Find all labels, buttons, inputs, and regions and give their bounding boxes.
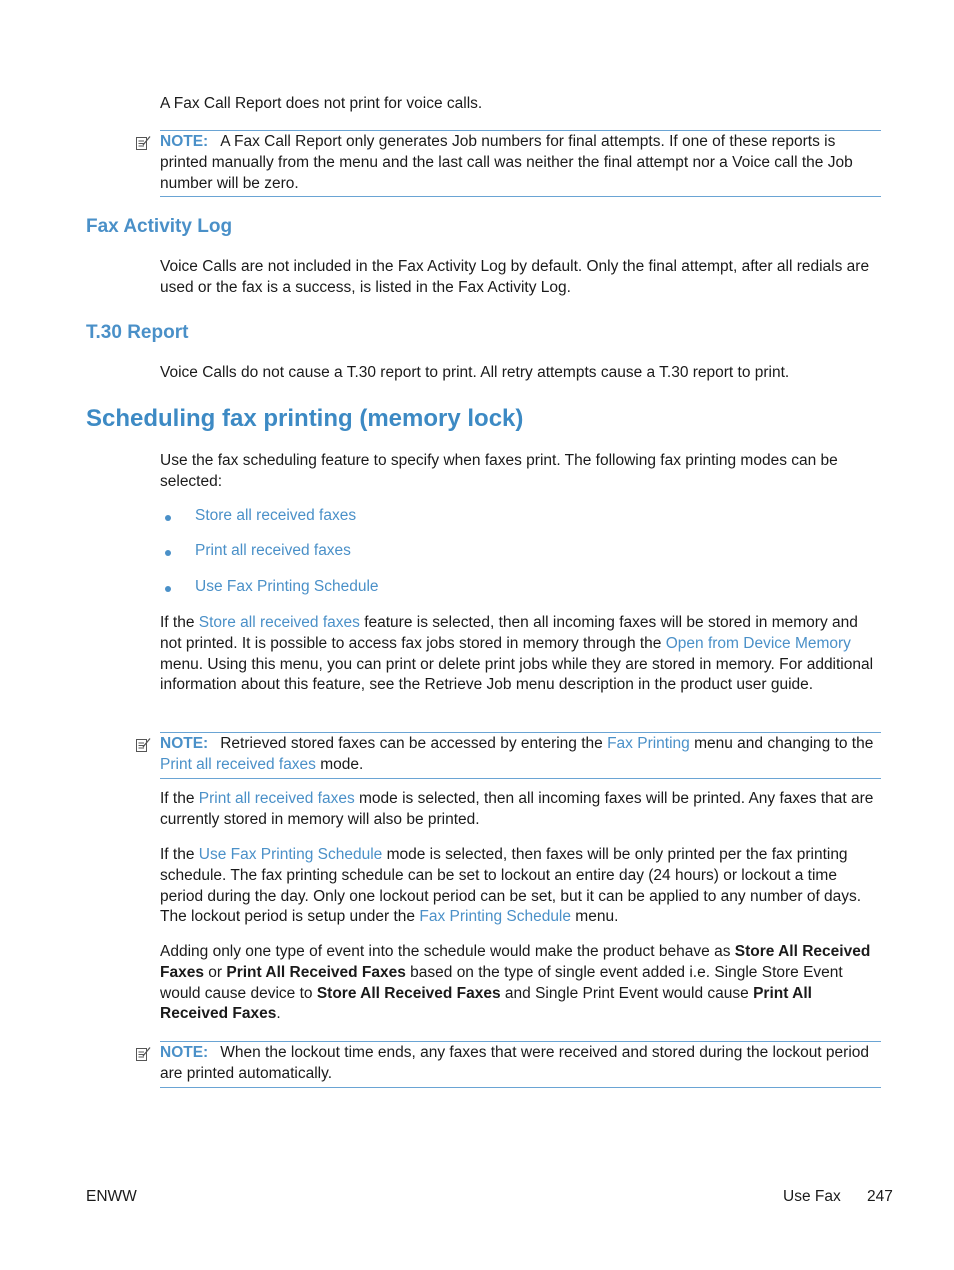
text: If the: [160, 846, 199, 863]
page-number: 247: [867, 1188, 893, 1205]
fax-activity-log-text: Voice Calls are not included in the Fax …: [160, 258, 870, 296]
paragraph-print: If the Print all received faxes mode is …: [160, 789, 880, 831]
note-box-1: NOTE: A Fax Call Report only generates Jo…: [136, 130, 881, 198]
text: Adding only one type of event into the s…: [160, 943, 735, 960]
mode-link-store[interactable]: Store all received faxes: [195, 507, 356, 525]
bullet-icon: [165, 515, 171, 521]
link-store-all-received-faxes[interactable]: Store all received faxes: [199, 614, 360, 631]
text: If the: [160, 790, 199, 807]
note-text: A Fax Call Report only generates Job num…: [160, 133, 853, 192]
note-label: NOTE:: [160, 735, 209, 752]
footer-section: Use Fax: [783, 1188, 841, 1205]
heading-fax-activity-log: Fax Activity Log: [86, 216, 233, 237]
footer-left: ENWW: [86, 1188, 137, 1205]
paragraph-adding: Adding only one type of event into the s…: [160, 942, 880, 1025]
bold-text: Store All Received Faxes: [316, 984, 501, 1002]
link-use-fax-printing-schedule[interactable]: Use Fax Printing Schedule: [199, 846, 383, 863]
note-label: NOTE:: [160, 1044, 209, 1061]
note-box-3: NOTE: When the lockout time ends, any fax…: [136, 1041, 881, 1088]
text: and Single Print Event would cause: [500, 984, 754, 1002]
text: menu and changing to the: [689, 735, 874, 752]
intro-line: A Fax Call Report does not print for voi…: [160, 95, 483, 112]
t30-report-text: Voice Calls do not cause a T.30 report t…: [160, 364, 790, 381]
note-icon: [136, 136, 151, 150]
link-print-all-received-faxes[interactable]: Print all received faxes: [199, 790, 355, 807]
scheduling-intro: Use the fax scheduling feature to specif…: [160, 452, 838, 490]
mode-link-print[interactable]: Print all received faxes: [195, 542, 351, 560]
bullet-icon: [165, 586, 171, 592]
note-icon: [136, 738, 151, 752]
link-fax-printing-schedule[interactable]: Fax Printing Schedule: [419, 908, 571, 925]
text: or: [203, 963, 227, 981]
note-label: NOTE:: [160, 133, 209, 150]
text: menu. Using this menu, you can print or …: [160, 655, 874, 694]
paragraph-schedule: If the Use Fax Printing Schedule mode is…: [160, 845, 880, 928]
heading-scheduling: Scheduling fax printing (memory lock): [86, 405, 524, 432]
note-box-2: NOTE: Retrieved stored faxes can be acces…: [136, 732, 881, 779]
note-text: When the lockout time ends, any faxes th…: [160, 1044, 870, 1082]
heading-t30-report: T.30 Report: [86, 322, 189, 343]
text: Retrieved stored faxes can be accessed b…: [220, 735, 608, 752]
mode-link-schedule[interactable]: Use Fax Printing Schedule: [195, 578, 379, 596]
note-icon: [136, 1047, 151, 1061]
bullet-icon: [165, 550, 171, 556]
bold-text: Print All Received Faxes: [226, 963, 406, 981]
paragraph-store: If the Store all received faxes feature …: [160, 613, 880, 696]
link-fax-printing[interactable]: Fax Printing: [607, 735, 690, 752]
text: mode.: [315, 755, 364, 773]
link-open-from-device-memory[interactable]: Open from Device Memory: [666, 635, 851, 652]
text: menu.: [571, 908, 619, 926]
text: If the: [160, 614, 199, 631]
link-print-all-received-faxes[interactable]: Print all received faxes: [160, 756, 316, 773]
text: .: [276, 1005, 281, 1023]
